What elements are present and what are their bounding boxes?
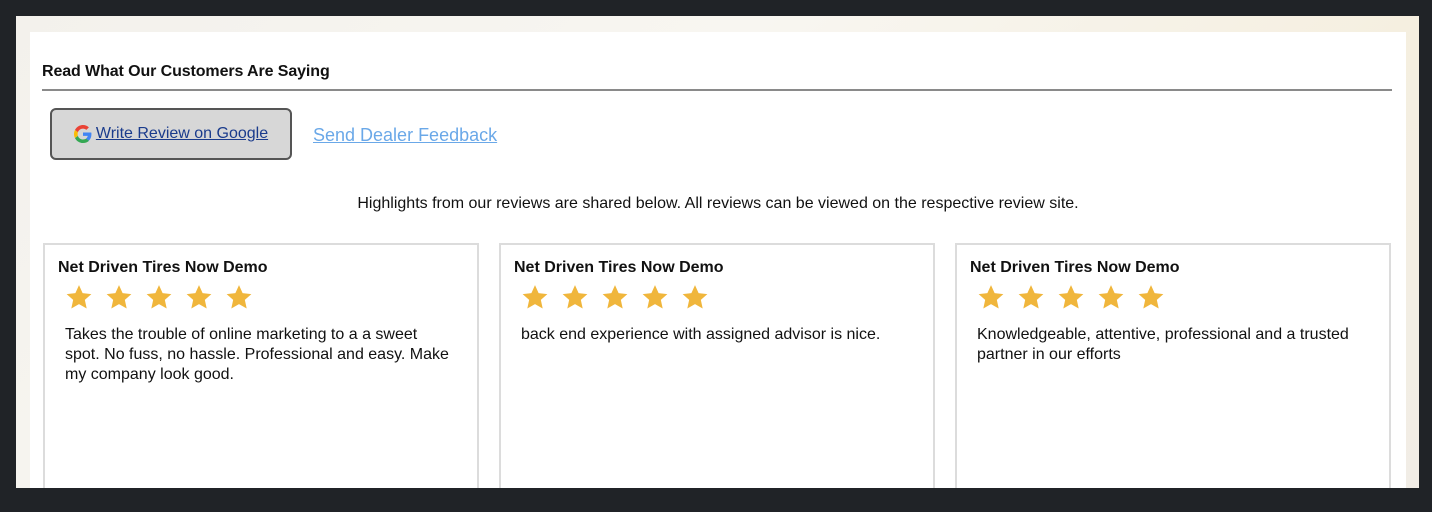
send-dealer-feedback-link[interactable]: Send Dealer Feedback: [313, 125, 497, 146]
review-card: Net Driven Tires Now Demo back end exper…: [499, 243, 935, 488]
review-text: back end experience with assigned adviso…: [521, 326, 881, 343]
star-rating: [521, 281, 721, 313]
section-title: Read What Our Customers Are Saying: [42, 63, 330, 80]
review-author: Net Driven Tires Now Demo: [970, 259, 1180, 276]
reviews-panel: Read What Our Customers Are Saying Write…: [30, 32, 1406, 488]
star-icon: [65, 281, 105, 313]
review-author: Net Driven Tires Now Demo: [58, 259, 268, 276]
star-icon: [977, 281, 1017, 313]
review-cards: Net Driven Tires Now Demo Takes the trou…: [43, 243, 1393, 488]
page-frame: Read What Our Customers Are Saying Write…: [16, 16, 1419, 488]
star-icon: [601, 281, 641, 313]
star-rating: [65, 281, 265, 313]
star-icon: [185, 281, 225, 313]
review-text: Knowledgeable, attentive, professional a…: [977, 326, 1349, 363]
google-review-label: Write Review on Google: [95, 125, 269, 142]
google-icon: [73, 125, 92, 143]
star-icon: [521, 281, 561, 313]
star-icon: [641, 281, 681, 313]
star-icon: [1057, 281, 1097, 313]
star-icon: [1017, 281, 1057, 313]
star-icon: [561, 281, 601, 313]
reviews-intro-text: Highlights from our reviews are shared b…: [357, 195, 1079, 212]
review-author: Net Driven Tires Now Demo: [514, 259, 724, 276]
star-icon: [145, 281, 185, 313]
star-icon: [681, 281, 721, 313]
review-text: Takes the trouble of online marketing to…: [65, 326, 449, 383]
star-icon: [1137, 281, 1177, 313]
star-icon: [225, 281, 265, 313]
title-divider: [42, 89, 1392, 91]
review-card: Net Driven Tires Now Demo Knowledgeable,…: [955, 243, 1391, 488]
review-card: Net Driven Tires Now Demo Takes the trou…: [43, 243, 479, 488]
star-rating: [977, 281, 1177, 313]
star-icon: [1097, 281, 1137, 313]
star-icon: [105, 281, 145, 313]
write-google-review-button[interactable]: Write Review on Google: [50, 108, 292, 160]
